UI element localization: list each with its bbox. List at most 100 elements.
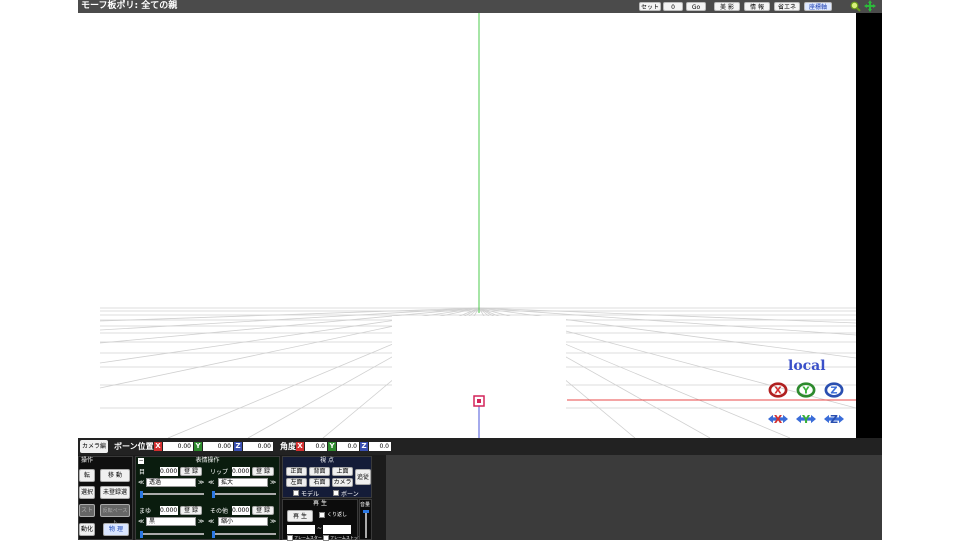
eye-prev-icon[interactable]: ≪ — [138, 479, 144, 486]
reverse-paste-button[interactable]: 反転ペースト — [100, 504, 130, 526]
track-button[interactable]: 追従 — [355, 469, 371, 485]
model-label: モデル — [301, 491, 320, 498]
bone-checkbox[interactable] — [333, 490, 339, 496]
brow-next-icon[interactable]: ≫ — [198, 518, 204, 525]
set-frame-button[interactable]: セット — [639, 2, 661, 11]
eye-slider-knob[interactable] — [140, 491, 143, 498]
frame-start-checkbox[interactable] — [287, 535, 293, 541]
eye-register-button[interactable]: 登 録 — [180, 467, 202, 476]
move-x-gizmo-icon[interactable]: X — [768, 410, 788, 428]
view-panel-title: 視 点 — [320, 457, 334, 464]
play-panel-title: 再 生 — [313, 500, 327, 507]
lip-value[interactable]: 0.000 — [232, 467, 250, 476]
physics-button[interactable]: 物 理 — [103, 523, 129, 536]
unregistered-select-button[interactable]: 未登録選 — [100, 486, 130, 499]
angle-z-label: Z — [360, 442, 368, 451]
eye-next-icon[interactable]: ≫ — [198, 479, 204, 486]
brow-register-button[interactable]: 登 録 — [180, 506, 202, 515]
left-view-button[interactable]: 左面 — [286, 478, 307, 487]
morph-panel-title: 表情操作 — [195, 457, 220, 464]
other-register-button[interactable]: 登 録 — [252, 506, 274, 515]
camera-view-button[interactable]: カメラ — [332, 478, 353, 487]
rotate-y-gizmo-icon[interactable]: Y — [796, 381, 816, 399]
other-slider[interactable] — [212, 531, 276, 538]
angle-z-field[interactable]: 0.0 — [369, 442, 391, 451]
eye-slider[interactable] — [140, 491, 204, 498]
eye-value[interactable]: 0.000 — [160, 467, 178, 476]
shadow-toggle[interactable]: 美 影 — [714, 2, 740, 11]
brow-label: まゆ — [139, 508, 152, 515]
other-slider-knob[interactable] — [212, 531, 215, 538]
brow-slider[interactable] — [140, 531, 204, 538]
3d-viewport[interactable]: local X Y Z X Y Z — [78, 13, 882, 438]
volume-slider[interactable] — [363, 510, 369, 538]
model-checkbox[interactable] — [293, 490, 299, 496]
zoom-icon[interactable] — [850, 1, 861, 12]
frame-number-input[interactable]: 0 — [663, 2, 683, 11]
move-y-gizmo-icon[interactable]: Y — [796, 410, 816, 428]
paste-button[interactable]: スト — [79, 504, 95, 517]
lip-prev-icon[interactable]: ≪ — [208, 479, 214, 486]
play-button[interactable]: 再 生 — [287, 510, 313, 522]
brow-prev-icon[interactable]: ≪ — [138, 518, 144, 525]
brow-morph-select[interactable]: 黒 — [146, 517, 196, 526]
stop-frame-field[interactable] — [323, 525, 351, 534]
rotate-button[interactable]: 転 — [79, 469, 95, 482]
lip-slider-knob[interactable] — [212, 491, 215, 498]
eye-morph-select[interactable]: 透過 — [146, 478, 196, 487]
brow-slider-knob[interactable] — [140, 531, 143, 538]
view-panel: 視 点 正面 背面 上面 左面 右面 カメラ 追従 モデル ボーン — [282, 456, 372, 498]
volume-slider-knob[interactable] — [363, 510, 369, 513]
lip-slider[interactable] — [212, 491, 276, 498]
move-z-gizmo-icon[interactable]: Z — [824, 410, 844, 428]
back-view-button[interactable]: 背面 — [309, 467, 330, 476]
range-tilde: ~ — [317, 525, 323, 532]
angle-y-field[interactable]: 0.0 — [337, 442, 359, 451]
repeat-checkbox[interactable] — [319, 512, 325, 518]
position-z-field[interactable]: 0.00 — [243, 442, 273, 451]
bone-operation-panel: 操作 転 移 動 選択 未登録選 スト 反転ペースト 動化 物 理 — [78, 456, 133, 540]
repeat-label: くり返し — [327, 512, 348, 518]
svg-text:X: X — [774, 386, 782, 397]
other-morph-select[interactable]: 縮小 — [218, 517, 268, 526]
select-button[interactable]: 選択 — [79, 486, 95, 499]
other-label: その他 — [210, 508, 229, 515]
lip-next-icon[interactable]: ≫ — [270, 479, 276, 486]
right-view-button[interactable]: 右面 — [309, 478, 330, 487]
power-save-toggle[interactable]: 省エネ — [774, 2, 800, 11]
local-axis-label: local — [788, 358, 826, 374]
other-next-icon[interactable]: ≫ — [270, 518, 276, 525]
bone-label: ボーン — [341, 491, 359, 498]
position-y-field[interactable]: 0.00 — [203, 442, 233, 451]
rotate-x-gizmo-icon[interactable]: X — [768, 381, 788, 399]
rotate-z-gizmo-icon[interactable]: Z — [824, 381, 844, 399]
move-view-icon[interactable] — [864, 0, 876, 12]
go-button[interactable]: Go — [686, 2, 706, 11]
angle-x-field[interactable]: 0.0 — [305, 442, 327, 451]
camera-edit-tab[interactable]: カメラ編 — [80, 440, 108, 453]
svg-text:Z: Z — [830, 386, 837, 397]
axis-toggle[interactable]: 座標軸 — [804, 2, 832, 11]
start-frame-field[interactable] — [287, 525, 315, 534]
pose-button[interactable]: 動化 — [79, 523, 95, 536]
front-view-button[interactable]: 正面 — [286, 467, 307, 476]
app-window: モーフ板ポリ: 全ての親 セット 0 Go 美 影 情 報 省エネ 座標軸 lo… — [78, 0, 882, 541]
other-value[interactable]: 0.000 — [232, 506, 250, 515]
position-x-field[interactable]: 0.00 — [163, 442, 193, 451]
lip-morph-select[interactable]: 拡大 — [218, 478, 268, 487]
play-panel: 再 生 再 生 くり返し ~ フレームスタート フレームストップ — [282, 499, 362, 541]
bone-position-label: ボーン位置 — [114, 442, 154, 451]
frame-stop-checkbox[interactable] — [323, 535, 329, 541]
top-view-button[interactable]: 上面 — [332, 467, 353, 476]
scene-canvas[interactable]: local X Y Z X Y Z — [78, 13, 856, 438]
brow-value[interactable]: 0.000 — [160, 506, 178, 515]
lip-register-button[interactable]: 登 録 — [252, 467, 274, 476]
bone-panel-title: 操作 — [81, 457, 94, 464]
eye-label: 目 — [139, 469, 146, 476]
move-button[interactable]: 移 動 — [100, 469, 130, 482]
angle-x-label: X — [296, 442, 304, 451]
info-toggle[interactable]: 情 報 — [744, 2, 770, 11]
other-prev-icon[interactable]: ≪ — [208, 518, 214, 525]
volume-panel: 音量 — [359, 499, 372, 540]
morph-panel: − 表情操作 目 0.000 登 録 リップ 0.000 登 録 ≪ 透過 ≫ … — [135, 456, 280, 540]
